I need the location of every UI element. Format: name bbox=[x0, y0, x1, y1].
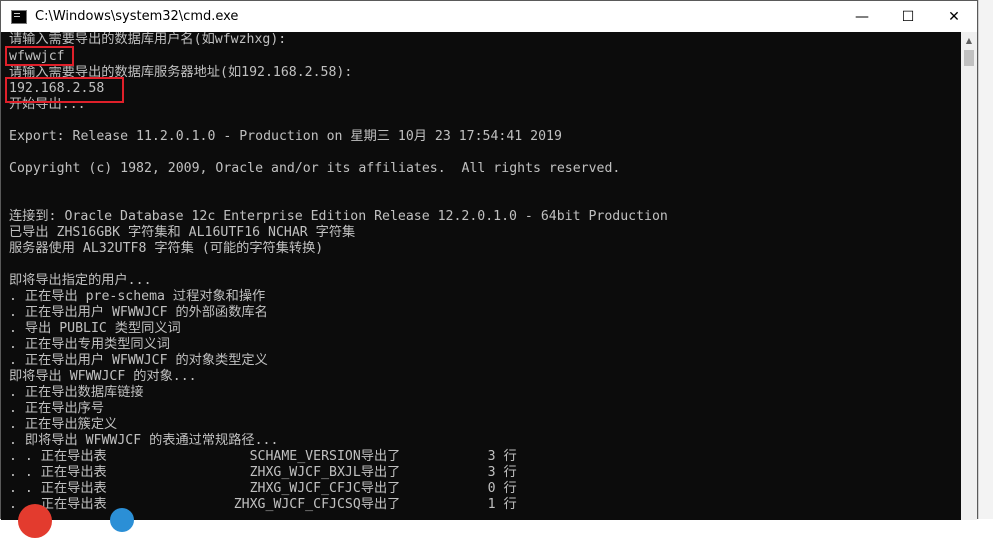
taskbar-red-icon bbox=[18, 504, 52, 538]
console-output[interactable]: 请输入需要导出的数据库用户名(如wfwzhxg): wfwwjcf 请输入需要导… bbox=[1, 32, 961, 520]
console-line: . 正在导出专用类型同义词 bbox=[9, 337, 170, 352]
cmd-window: C:\Windows\system32\cmd.exe — ☐ ✕ 请输入需要导… bbox=[0, 0, 978, 520]
vertical-scrollbar[interactable]: ▲ bbox=[961, 32, 977, 520]
console-line: Export: Release 11.2.0.1.0 - Production … bbox=[9, 129, 562, 144]
console-line: . 正在导出 pre-schema 过程对象和操作 bbox=[9, 289, 266, 304]
desktop-right-strip bbox=[978, 0, 993, 519]
scroll-up-arrow-icon[interactable]: ▲ bbox=[961, 32, 977, 48]
close-button[interactable]: ✕ bbox=[931, 1, 977, 32]
server-address-highlight-box bbox=[5, 77, 124, 103]
title-bar[interactable]: C:\Windows\system32\cmd.exe — ☐ ✕ bbox=[1, 1, 977, 32]
scroll-thumb[interactable] bbox=[964, 50, 974, 66]
console-line: . 正在导出序号 bbox=[9, 401, 105, 416]
window-controls: — ☐ ✕ bbox=[839, 1, 977, 32]
username-highlight-box bbox=[5, 46, 74, 66]
minimize-button[interactable]: — bbox=[839, 1, 885, 32]
taskbar-blue-icon bbox=[110, 508, 134, 532]
console-line: . . 正在导出表 ZHXG_WJCF_CFJCSQ导出了 1 行 bbox=[9, 497, 517, 512]
console-line: . 导出 PUBLIC 类型同义词 bbox=[9, 321, 181, 336]
cmd-app-icon[interactable] bbox=[11, 9, 27, 24]
console-line: 服务器使用 AL32UTF8 字符集 (可能的字符集转换) bbox=[9, 241, 324, 256]
console-line: Copyright (c) 1982, 2009, Oracle and/or … bbox=[9, 161, 621, 176]
console-line: 连接到: Oracle Database 12c Enterprise Edit… bbox=[9, 209, 668, 224]
maximize-button[interactable]: ☐ bbox=[885, 1, 931, 32]
console-line: . . 正在导出表 ZHXG_WJCF_BXJL导出了 3 行 bbox=[9, 465, 517, 480]
console-line: . 正在导出数据库链接 bbox=[9, 385, 144, 400]
console-line: . 正在导出用户 WFWWJCF 的对象类型定义 bbox=[9, 353, 268, 368]
console-line: . 正在导出用户 WFWWJCF 的外部函数库名 bbox=[9, 305, 268, 320]
console-line: 即将导出 WFWWJCF 的对象... bbox=[9, 369, 197, 384]
console-line: 即将导出指定的用户... bbox=[9, 273, 152, 288]
console-line: . 即将导出 WFWWJCF 的表通过常规路径... bbox=[9, 433, 279, 448]
console-line: . . 正在导出表 ZHXG_WJCF_CFJC导出了 0 行 bbox=[9, 481, 517, 496]
console-line: . . 正在导出表 SCHAME_VERSION导出了 3 行 bbox=[9, 449, 517, 464]
window-title: C:\Windows\system32\cmd.exe bbox=[35, 9, 239, 24]
console-line: . 正在导出簇定义 bbox=[9, 417, 118, 432]
console-line: 已导出 ZHS16GBK 字符集和 AL16UTF16 NCHAR 字符集 bbox=[9, 225, 356, 240]
